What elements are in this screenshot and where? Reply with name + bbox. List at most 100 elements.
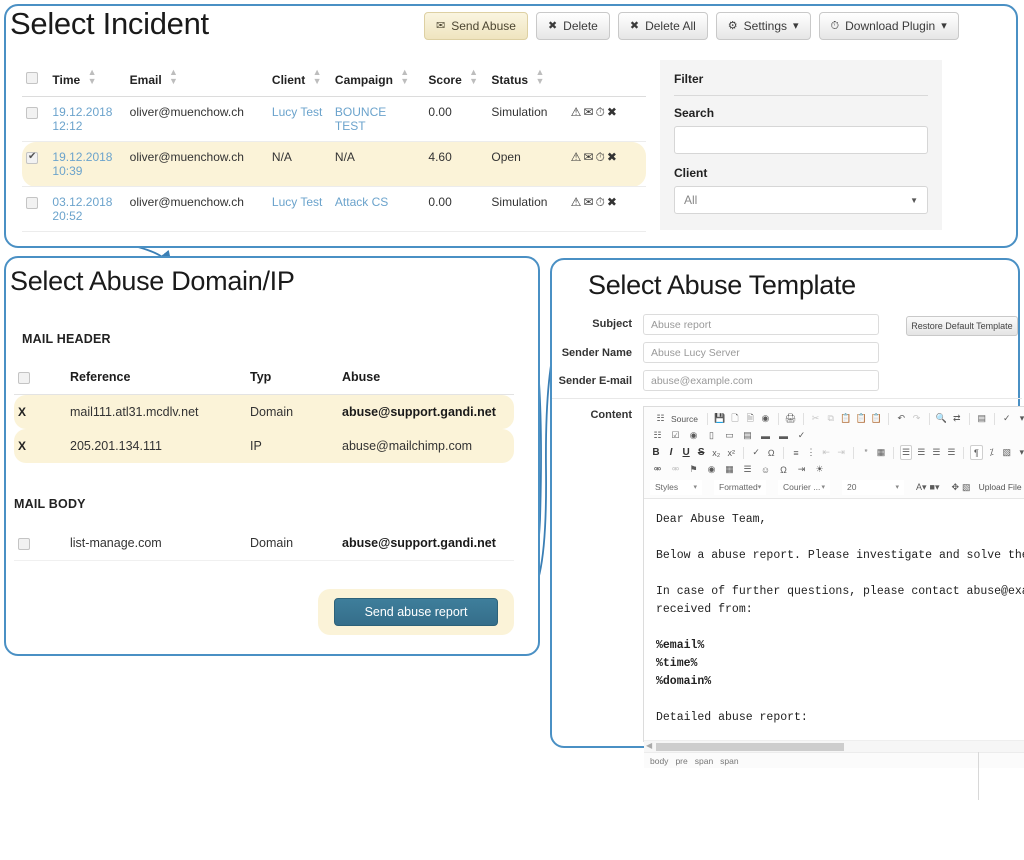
underline-icon[interactable]: U bbox=[680, 445, 692, 460]
select-all-checkbox[interactable] bbox=[26, 72, 38, 85]
warning-triangle-icon[interactable]: ⚠ bbox=[571, 195, 584, 209]
table-icon[interactable]: ▦ bbox=[722, 462, 737, 477]
show-blocks-icon[interactable]: ▧ bbox=[962, 480, 971, 495]
search-input[interactable] bbox=[674, 126, 928, 154]
x-icon[interactable]: ✖ bbox=[607, 105, 619, 119]
column-header-client[interactable]: Client ▲ ▼ bbox=[267, 62, 331, 97]
element-path-item[interactable]: span bbox=[695, 756, 713, 766]
delete-button[interactable]: ✖ Delete bbox=[535, 12, 610, 40]
italic-icon[interactable]: I bbox=[665, 445, 677, 460]
spellcheck-icon[interactable]: ✓ bbox=[1001, 411, 1013, 426]
anchor-icon[interactable]: ⚑ bbox=[686, 462, 701, 477]
redo-icon[interactable]: ↷ bbox=[910, 411, 922, 426]
div-container-icon[interactable]: ▦ bbox=[875, 445, 887, 460]
cell-client[interactable]: Lucy Test bbox=[267, 96, 331, 142]
select-field-icon[interactable]: ▤ bbox=[740, 428, 755, 443]
textarea-icon[interactable]: ▭ bbox=[722, 428, 737, 443]
align-center-icon[interactable]: ☰ bbox=[915, 445, 927, 460]
horizontal-rule-icon[interactable]: ☰ bbox=[740, 462, 755, 477]
row-x-marker[interactable]: X bbox=[14, 394, 66, 429]
column-header-status[interactable]: Status ▲ ▼ bbox=[487, 62, 567, 97]
page-break-icon[interactable]: ⇥ bbox=[794, 462, 809, 477]
bold-icon[interactable]: B bbox=[650, 445, 662, 460]
ltr-icon[interactable]: ¶ bbox=[970, 445, 983, 460]
element-path-item[interactable]: body bbox=[650, 756, 668, 766]
subscript-icon[interactable]: x₂ bbox=[710, 445, 722, 460]
print-icon[interactable]: 🖨 bbox=[784, 411, 796, 426]
envelope-icon[interactable]: ✉ bbox=[583, 150, 595, 164]
templates-icon[interactable]: ◉ bbox=[759, 411, 771, 426]
column-header-campaign[interactable]: Campaign ▲ ▼ bbox=[330, 62, 425, 97]
align-left-icon[interactable]: ☰ bbox=[899, 445, 913, 460]
numbered-list-icon[interactable]: ≡ bbox=[790, 445, 802, 460]
button-icon[interactable]: ▬ bbox=[758, 428, 773, 443]
warning-triangle-icon[interactable]: ⚠ bbox=[571, 150, 584, 164]
source-button[interactable]: ☷ Source bbox=[650, 411, 701, 426]
new-page-icon[interactable]: 🗋 bbox=[729, 411, 741, 426]
column-header-score[interactable]: Score ▲ ▼ bbox=[424, 62, 488, 97]
table-row[interactable]: Xmail111.atl31.mcdlv.net Domain abuse@supp… bbox=[14, 394, 514, 429]
row-checkbox[interactable] bbox=[26, 106, 38, 119]
cell-campaign[interactable]: Attack CS bbox=[330, 186, 425, 232]
find-icon[interactable]: 🔍 bbox=[935, 411, 947, 426]
editor-content-area[interactable]: Dear Abuse Team, Below a abuse report. Pl… bbox=[644, 499, 1024, 740]
subject-field[interactable]: Abuse report bbox=[643, 314, 879, 335]
restore-default-template-button[interactable]: Restore Default Template bbox=[906, 316, 1018, 336]
font-combo[interactable]: Courier ... ▾ bbox=[778, 479, 830, 495]
scroll-left-arrow-icon[interactable]: ◀ bbox=[646, 741, 652, 750]
row-checkbox[interactable] bbox=[26, 151, 38, 164]
x-icon[interactable]: X bbox=[18, 439, 26, 453]
editor-horizontal-scrollbar[interactable]: ◀ bbox=[644, 740, 1024, 752]
x-icon[interactable]: ✖ bbox=[607, 150, 619, 164]
radio-button-icon[interactable]: ◉ bbox=[686, 428, 701, 443]
client-select[interactable]: All ▼ bbox=[674, 186, 928, 214]
superscript-icon[interactable]: x² bbox=[725, 445, 737, 460]
rtl-icon[interactable]: ⁒ bbox=[986, 445, 998, 460]
upload-file-button[interactable]: Upload File or Image bbox=[974, 482, 1024, 492]
send-abuse-report-button[interactable]: Send abuse report bbox=[334, 598, 498, 626]
row-select-cell[interactable] bbox=[22, 141, 49, 187]
row-checkbox[interactable] bbox=[18, 537, 30, 550]
sort-icon[interactable]: ▲ ▼ bbox=[169, 68, 178, 86]
background-color-icon[interactable]: ■▾ bbox=[930, 480, 940, 495]
special-char-icon[interactable]: Ω bbox=[776, 462, 791, 477]
envelope-icon[interactable]: ✉ bbox=[583, 195, 595, 209]
bulleted-list-icon[interactable]: ⋮ bbox=[805, 445, 817, 460]
row-x-marker[interactable]: X bbox=[14, 429, 66, 463]
outdent-icon[interactable]: ⇤ bbox=[820, 445, 832, 460]
styles-combo[interactable]: Styles ▾ bbox=[650, 479, 702, 495]
save-icon[interactable]: 💾 bbox=[714, 411, 726, 426]
send-abuse-button[interactable]: ✉ Send Abuse bbox=[424, 12, 528, 40]
table-row[interactable]: X 205.201.134.111 IP abuse@mailchimp.com bbox=[14, 429, 514, 463]
x-icon[interactable]: ✖ bbox=[607, 195, 619, 209]
cut-icon[interactable]: ✂ bbox=[809, 411, 821, 426]
select-all-icon[interactable]: ▤ bbox=[976, 411, 988, 426]
element-path-item[interactable]: pre bbox=[675, 756, 687, 766]
row-checkbox[interactable] bbox=[26, 196, 38, 209]
envelope-icon[interactable]: ✉ bbox=[583, 105, 595, 119]
unlink-icon[interactable]: ⚮ bbox=[668, 462, 683, 477]
column-header-time[interactable]: Time ▲ ▼ bbox=[48, 62, 126, 97]
sort-icon[interactable]: ▲ ▼ bbox=[400, 68, 409, 86]
select-all-header[interactable] bbox=[22, 62, 49, 97]
warning-triangle-icon[interactable]: ⚠ bbox=[571, 105, 584, 119]
caret-down-icon[interactable]: ▾ bbox=[1016, 411, 1024, 426]
hidden-field-icon[interactable]: ✓ bbox=[794, 428, 809, 443]
form-icon[interactable]: ☷ bbox=[650, 428, 665, 443]
image-button-icon[interactable]: ▬ bbox=[776, 428, 791, 443]
paste-word-icon[interactable]: 📋 bbox=[870, 411, 882, 426]
rich-text-editor[interactable]: ☷ Source 💾 🗋 🗎 ◉ 🖨 ✂ ⧉ 📋 📋 📋 ↶ ↷ 🔍 ⇄ ▤ ✓… bbox=[643, 406, 1024, 768]
row-select-cell[interactable] bbox=[22, 96, 49, 142]
size-combo[interactable]: 20 ▾ bbox=[842, 479, 904, 495]
cell-campaign[interactable]: BOUNCE TEST bbox=[330, 96, 425, 142]
caret-down-icon[interactable]: ▾ bbox=[1016, 445, 1024, 460]
paste-icon[interactable]: 📋 bbox=[840, 411, 852, 426]
sort-icon[interactable]: ▲ ▼ bbox=[535, 68, 544, 86]
link-icon[interactable]: ⚮ bbox=[650, 462, 665, 477]
clock-icon[interactable]: ⏱ bbox=[596, 105, 607, 119]
table-row[interactable]: 19.12.2018 12:12 oliver@muenchow.ch Lucy Te… bbox=[22, 96, 646, 142]
replace-icon[interactable]: ⇄ bbox=[951, 411, 963, 426]
smiley-icon[interactable]: ☺ bbox=[758, 462, 773, 477]
copy-formatting-icon[interactable]: ✓ bbox=[750, 445, 762, 460]
text-color-icon[interactable]: A▾ bbox=[916, 480, 927, 495]
